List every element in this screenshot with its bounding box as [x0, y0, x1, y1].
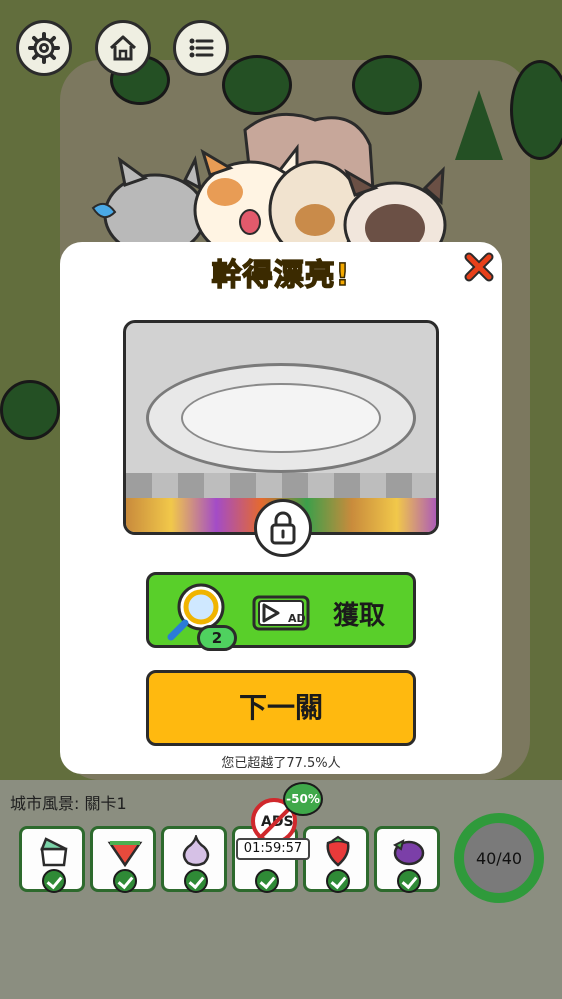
- offer-timer: 01:59:57: [236, 838, 310, 860]
- cake-icon: [40, 837, 68, 867]
- check-icon: [326, 869, 350, 893]
- discount-badge: -50%: [283, 782, 323, 816]
- watermelon-icon: [107, 841, 143, 867]
- get-hint-button[interactable]: 2 AD 獲取: [146, 572, 416, 651]
- gear-icon: [28, 32, 60, 64]
- found-item-cake[interactable]: [19, 826, 85, 893]
- strawberry-icon: [326, 835, 350, 867]
- check-icon: [184, 869, 208, 893]
- hint-count-badge: 2: [197, 625, 237, 651]
- list-icon: [189, 38, 214, 58]
- progress-count: 40/40: [475, 848, 523, 868]
- get-label: 獲取: [333, 601, 386, 631]
- progress-ring: 40/40: [454, 813, 544, 903]
- cats-illustration: [91, 112, 447, 260]
- lock-badge: [254, 499, 312, 557]
- eggplant-icon: [393, 839, 425, 866]
- garlic-icon: [182, 835, 210, 867]
- menu-button[interactable]: [173, 20, 229, 76]
- next-level-button[interactable]: 下一關: [146, 670, 416, 746]
- check-icon: [397, 869, 421, 893]
- check-icon: [42, 869, 66, 893]
- found-item-eggplant[interactable]: [374, 826, 440, 893]
- level-label: 城市風景: 關卡1: [10, 794, 127, 813]
- check-icon: [255, 869, 279, 893]
- home-icon: [109, 35, 137, 61]
- settings-button[interactable]: [16, 20, 72, 76]
- found-item-strawberry[interactable]: [303, 826, 369, 893]
- found-item-garlic[interactable]: [161, 826, 227, 893]
- exceed-percent-text: 您已超越了77.5%人: [221, 756, 341, 771]
- home-button[interactable]: [95, 20, 151, 76]
- lock-icon: [270, 511, 296, 545]
- check-icon: [113, 869, 137, 893]
- watch-ad-icon: AD: [252, 595, 310, 631]
- ad-label: AD: [288, 612, 306, 625]
- close-x-icon[interactable]: [464, 252, 494, 282]
- stage-inner: [181, 383, 381, 453]
- found-item-watermelon[interactable]: [90, 826, 156, 893]
